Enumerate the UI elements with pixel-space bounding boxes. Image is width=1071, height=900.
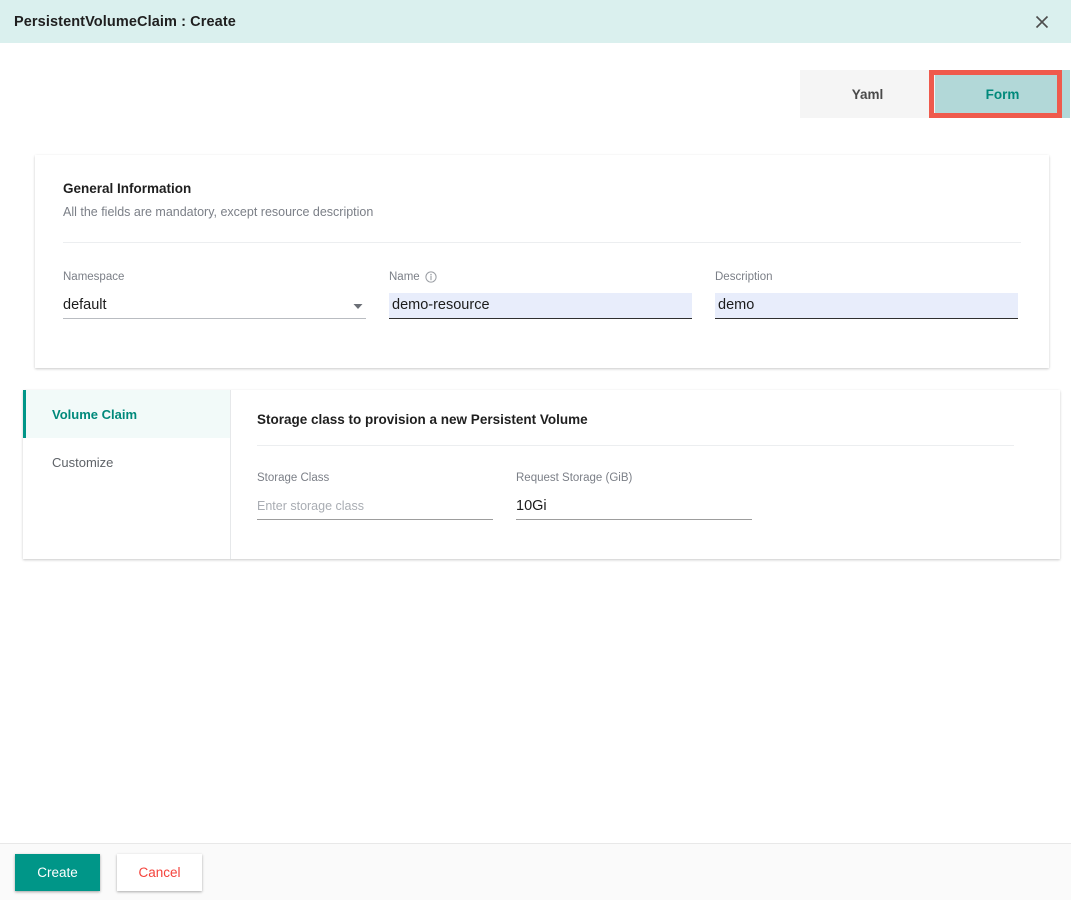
tab-form[interactable]: Form — [935, 70, 1070, 118]
request-storage-label: Request Storage (GiB) — [516, 471, 752, 485]
name-input[interactable]: demo-resource — [389, 293, 692, 319]
view-mode-tabs: Yaml Form — [800, 70, 1070, 118]
request-storage-input[interactable]: 10Gi — [516, 494, 752, 520]
chevron-down-icon — [352, 300, 364, 312]
namespace-field: Namespace default — [63, 270, 366, 319]
namespace-value: default — [63, 297, 107, 314]
namespace-select[interactable]: default — [63, 293, 366, 319]
description-input[interactable]: demo — [715, 293, 1018, 319]
tab-yaml[interactable]: Yaml — [800, 70, 935, 118]
volume-claim-card: Volume Claim Customize Storage class to … — [23, 390, 1060, 559]
sidebar-item-volume-claim-label: Volume Claim — [52, 406, 138, 422]
general-information-title: General Information — [63, 181, 192, 196]
general-information-subtitle: All the fields are mandatory, except res… — [63, 205, 374, 219]
volume-claim-sidebar: Volume Claim Customize — [23, 390, 231, 559]
storage-section-divider — [257, 445, 1014, 446]
name-value: demo-resource — [392, 297, 490, 314]
sidebar-item-customize[interactable]: Customize — [23, 438, 230, 486]
name-label: Name — [389, 270, 692, 284]
sidebar-item-customize-label: Customize — [52, 454, 114, 470]
storage-class-placeholder: Enter storage class — [257, 499, 364, 514]
request-storage-label-text: Request Storage (GiB) — [516, 472, 633, 484]
cancel-button[interactable]: Cancel — [117, 853, 202, 891]
page-title: PersistentVolumeClaim : Create — [14, 13, 236, 30]
sidebar-item-volume-claim[interactable]: Volume Claim — [23, 390, 230, 438]
general-fields-row: Namespace default Name demo-resource Des… — [63, 270, 1021, 319]
dialog-title-bar: PersistentVolumeClaim : Create — [0, 0, 1071, 43]
storage-class-input[interactable]: Enter storage class — [257, 494, 493, 520]
namespace-label-text: Namespace — [63, 271, 125, 283]
storage-class-field: Storage Class Enter storage class — [257, 471, 493, 520]
close-icon[interactable] — [1031, 11, 1053, 33]
storage-fields-row: Storage Class Enter storage class Reques… — [257, 471, 1032, 520]
namespace-label: Namespace — [63, 270, 366, 284]
name-field: Name demo-resource — [389, 270, 692, 319]
description-label-text: Description — [715, 271, 773, 283]
name-label-text: Name — [389, 271, 420, 283]
volume-claim-content: Storage class to provision a new Persist… — [231, 390, 1060, 559]
request-storage-field: Request Storage (GiB) 10Gi — [516, 471, 752, 520]
request-storage-value: 10Gi — [516, 498, 547, 515]
create-button[interactable]: Create — [15, 853, 100, 891]
info-icon[interactable] — [425, 271, 437, 283]
description-label: Description — [715, 270, 1018, 284]
storage-class-label: Storage Class — [257, 471, 493, 485]
section-divider — [63, 242, 1021, 243]
description-field: Description demo — [715, 270, 1018, 319]
dialog-footer: Create Cancel — [0, 843, 1071, 900]
description-value: demo — [718, 297, 755, 314]
general-information-card: General Information All the fields are m… — [35, 155, 1049, 368]
storage-class-section-title: Storage class to provision a new Persist… — [257, 412, 588, 427]
storage-class-label-text: Storage Class — [257, 472, 330, 484]
